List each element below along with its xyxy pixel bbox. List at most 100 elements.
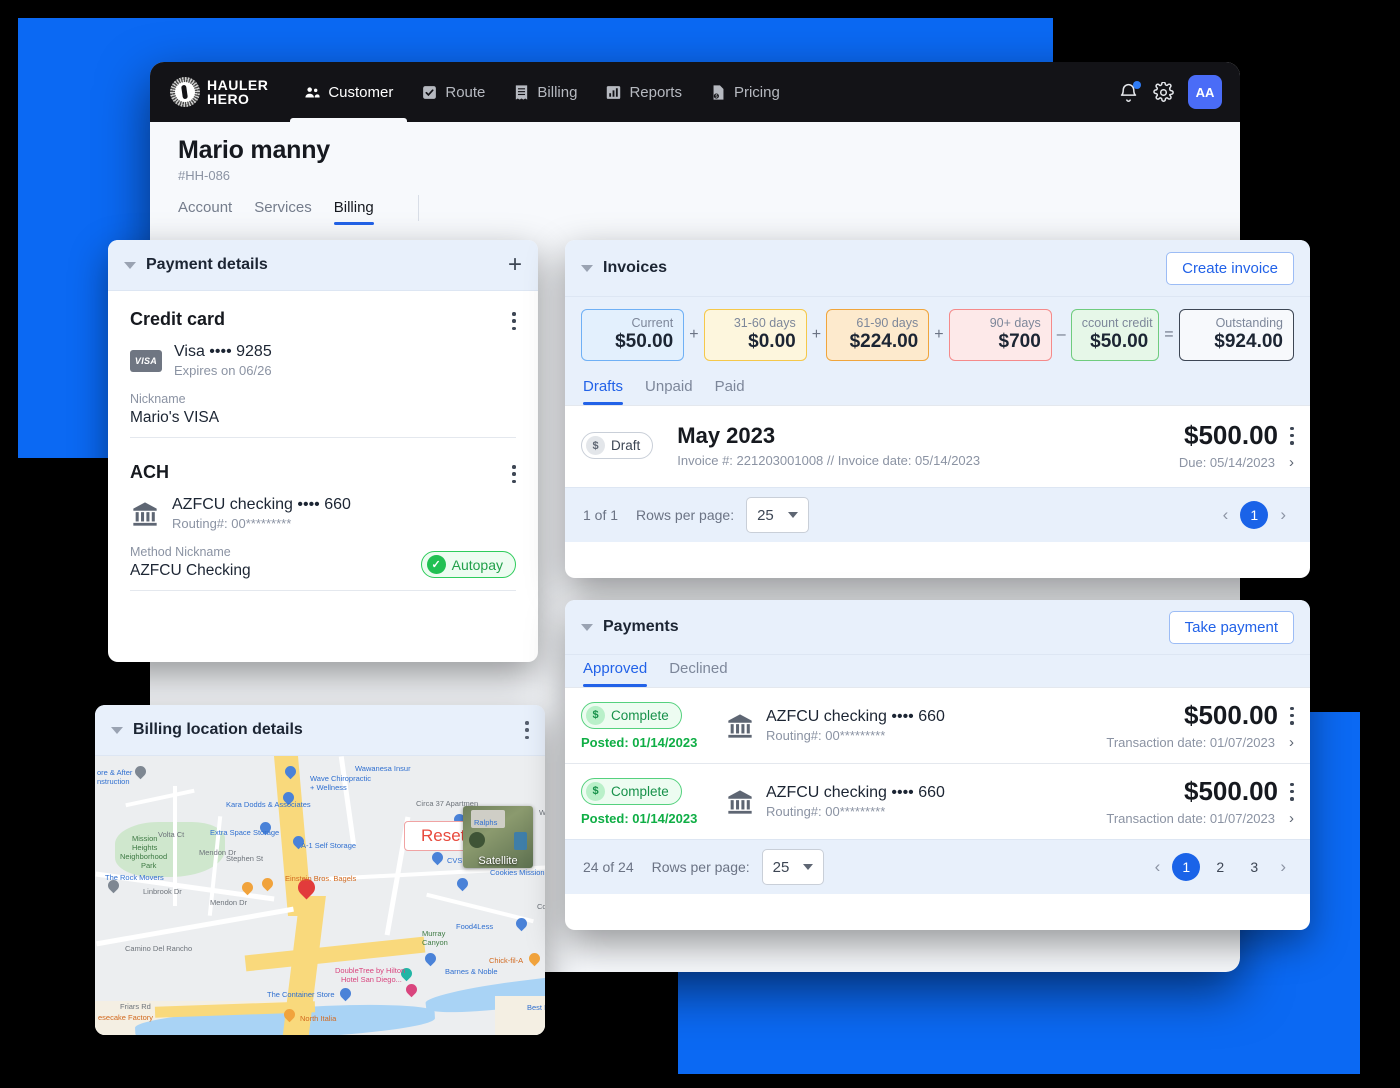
- chevron-right-icon[interactable]: ›: [1289, 734, 1294, 751]
- invoice-row[interactable]: $ Draft May 2023 Invoice #: 221203001008…: [565, 405, 1310, 487]
- nav-item-billing[interactable]: Billing: [499, 62, 591, 122]
- ach-kebab-icon[interactable]: [512, 465, 516, 483]
- collapse-caret-icon[interactable]: [111, 727, 123, 734]
- aging-value: $224.00: [837, 331, 918, 353]
- map-pin[interactable]: [285, 766, 296, 781]
- map-label: esecake Factory: [98, 1013, 153, 1022]
- take-payment-button[interactable]: Take payment: [1169, 611, 1294, 644]
- chevron-right-icon[interactable]: ›: [1289, 454, 1294, 471]
- aging-label: Outstanding: [1190, 316, 1283, 330]
- map-pin[interactable]: [406, 984, 417, 999]
- payment-kebab-icon[interactable]: [1290, 707, 1294, 725]
- map-label: Heights: [132, 843, 157, 852]
- aging-bucket-outstanding[interactable]: Outstanding $924.00: [1179, 309, 1294, 361]
- map-pin[interactable]: [242, 882, 253, 897]
- tab-account[interactable]: Account: [178, 199, 232, 225]
- nav-item-reports[interactable]: Reports: [591, 62, 696, 122]
- map-pin[interactable]: [516, 918, 527, 933]
- map-viewport[interactable]: Reset Satellite ore & AfternstructionVol…: [95, 756, 545, 1035]
- payment-tab-declined[interactable]: Declined: [669, 655, 727, 687]
- gear-icon[interactable]: [1153, 82, 1174, 103]
- map-pin[interactable]: [108, 880, 119, 895]
- map-pin[interactable]: [425, 953, 436, 968]
- map-pin[interactable]: [432, 852, 443, 867]
- aging-bucket-account-credit[interactable]: ccount credit $50.00: [1071, 309, 1160, 361]
- map-pin[interactable]: [135, 766, 146, 781]
- invoice-kebab-icon[interactable]: [1290, 427, 1294, 445]
- invoice-tab-drafts[interactable]: Drafts: [583, 373, 623, 405]
- next-page-button[interactable]: ›: [1274, 857, 1292, 877]
- map-label: Mission: [132, 834, 157, 843]
- prev-page-button[interactable]: ‹: [1149, 857, 1167, 877]
- satellite-view-toggle[interactable]: Satellite: [463, 806, 533, 868]
- map-pin[interactable]: [529, 953, 540, 968]
- map-label: Volta Ct: [158, 830, 184, 839]
- aging-bucket-current[interactable]: Current $50.00: [581, 309, 684, 361]
- user-avatar[interactable]: AA: [1188, 75, 1222, 109]
- map-pin[interactable]: [457, 878, 468, 893]
- page-button-3[interactable]: 3: [1240, 853, 1268, 881]
- map-label: Friars Rd: [120, 1002, 151, 1011]
- map-pin[interactable]: [340, 988, 351, 1003]
- page-button-1[interactable]: 1: [1172, 853, 1200, 881]
- map-label: Wave Chiropractic: [310, 774, 371, 783]
- nav-right-actions: AA: [1118, 75, 1222, 109]
- payment-status-label: Complete: [611, 708, 669, 723]
- customer-id: #HH-086: [178, 168, 1240, 183]
- ach-nickname-label: Method Nickname: [130, 545, 421, 559]
- nav-item-pricing[interactable]: $ Pricing: [696, 62, 794, 122]
- payment-kebab-icon[interactable]: [1290, 783, 1294, 801]
- payment-row[interactable]: $ Complete Posted: 01/14/2023 AZFCU chec…: [565, 763, 1310, 839]
- payment-tab-approved[interactable]: Approved: [583, 655, 647, 687]
- map-pin[interactable]: [262, 878, 273, 893]
- credit-card-section-title: Credit card: [130, 309, 225, 330]
- invoice-tab-unpaid[interactable]: Unpaid: [645, 373, 693, 405]
- map-label: A-1 Self Storage: [301, 841, 356, 850]
- aging-bucket-61-90[interactable]: 61-90 days $224.00: [826, 309, 929, 361]
- collapse-caret-icon[interactable]: [124, 262, 136, 269]
- payment-tabs: Approved Declined: [565, 655, 1310, 687]
- billing-location-kebab-icon[interactable]: [525, 721, 529, 739]
- aging-label: 90+ days: [960, 316, 1041, 330]
- map-label: The Rock Movers: [105, 873, 164, 882]
- create-invoice-button[interactable]: Create invoice: [1166, 252, 1294, 285]
- aging-label: 61-90 days: [837, 316, 918, 330]
- chevron-right-icon[interactable]: ›: [1289, 810, 1294, 827]
- collapse-caret-icon[interactable]: [581, 265, 593, 272]
- payments-rows-per-page-select[interactable]: 25: [762, 849, 825, 885]
- page-button-2[interactable]: 2: [1206, 853, 1234, 881]
- map-label: Kara Dodds & Associates: [226, 800, 311, 809]
- payment-details-title: Payment details: [146, 256, 268, 274]
- collapse-caret-icon[interactable]: [581, 624, 593, 631]
- payment-details-card: Payment details + Credit card VISA Visa …: [108, 240, 538, 662]
- add-payment-method-button[interactable]: +: [508, 256, 522, 274]
- map-label: Linbrook Dr: [143, 887, 182, 896]
- page-button-1[interactable]: 1: [1240, 501, 1268, 529]
- map-label: Westside Dr: [539, 808, 545, 817]
- tab-services[interactable]: Services: [254, 199, 312, 225]
- hauler-hero-logo[interactable]: HAULER HERO: [170, 77, 268, 107]
- payment-row[interactable]: $ Complete Posted: 01/14/2023 AZFCU chec…: [565, 687, 1310, 763]
- aging-bucket-31-60[interactable]: 31-60 days $0.00: [704, 309, 807, 361]
- map-landuse-beige-2: [495, 996, 545, 1035]
- payment-routing: Routing#: 00*********: [766, 804, 945, 819]
- notifications-bell-icon[interactable]: [1118, 82, 1139, 103]
- aging-bucket-90-plus[interactable]: 90+ days $700: [949, 309, 1052, 361]
- ach-account-number: AZFCU checking •••• 660: [172, 496, 351, 514]
- next-page-button[interactable]: ›: [1274, 505, 1292, 525]
- credit-card-kebab-icon[interactable]: [512, 312, 516, 330]
- checkbox-icon: [421, 84, 438, 101]
- invoice-status-badge: $ Draft: [581, 432, 653, 459]
- tab-billing[interactable]: Billing: [334, 199, 374, 225]
- invoices-rows-per-page-select[interactable]: 25: [746, 497, 809, 533]
- nav-item-route[interactable]: Route: [407, 62, 499, 122]
- invoice-tab-paid[interactable]: Paid: [715, 373, 745, 405]
- map-label: nstruction: [97, 777, 130, 786]
- avatar-initials: AA: [1196, 85, 1215, 100]
- payment-routing: Routing#: 00*********: [766, 728, 945, 743]
- credit-card-nickname-label: Nickname: [130, 392, 516, 406]
- map-pin[interactable]: [284, 1009, 295, 1024]
- prev-page-button[interactable]: ‹: [1217, 505, 1235, 525]
- map-label: Murray: [422, 929, 445, 938]
- nav-item-customer[interactable]: Customer: [290, 62, 407, 122]
